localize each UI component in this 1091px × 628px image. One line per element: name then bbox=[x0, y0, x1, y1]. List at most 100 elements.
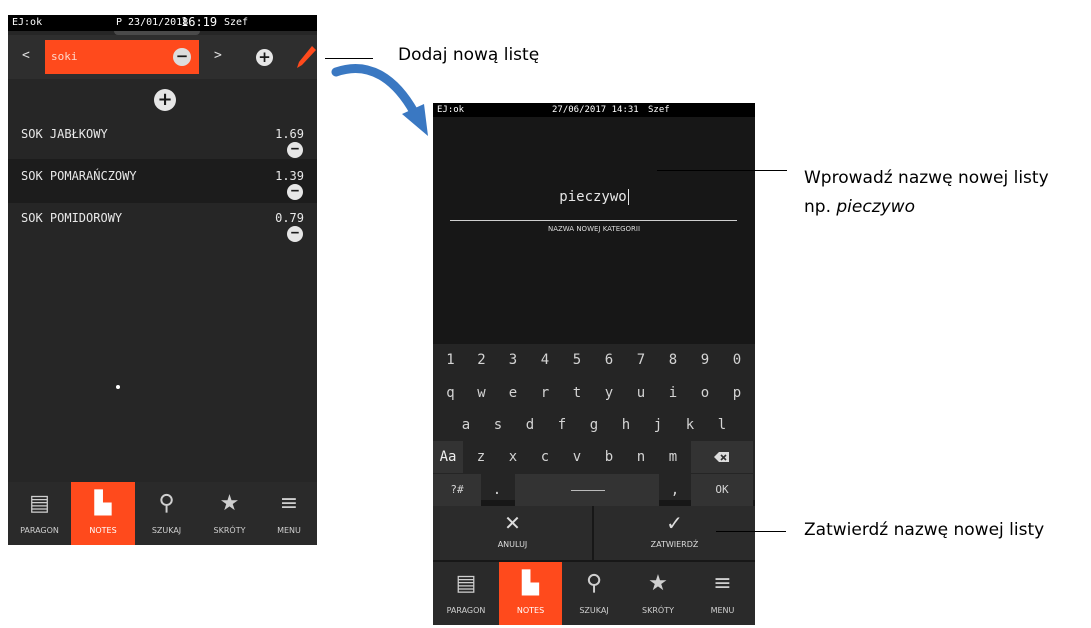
key[interactable]: 3 bbox=[497, 344, 529, 376]
search-icon: ⚲ bbox=[158, 491, 175, 516]
close-icon: ✕ bbox=[504, 511, 521, 535]
nav-paragon[interactable]: ▤ PARAGON bbox=[8, 482, 71, 545]
bottom-nav: ▤ PARAGON ▙ NOTES ⚲ SZUKAJ ★ SKRÓTY ≡ ME… bbox=[433, 562, 755, 625]
key[interactable]: l bbox=[706, 409, 738, 441]
remove-item-icon[interactable]: − bbox=[287, 226, 303, 242]
list-name: soki bbox=[51, 50, 78, 63]
key[interactable]: c bbox=[529, 441, 561, 473]
nav-notes[interactable]: ▙ NOTES bbox=[71, 482, 135, 545]
key[interactable]: 9 bbox=[689, 344, 721, 376]
key[interactable]: t bbox=[561, 377, 593, 409]
callout-line bbox=[657, 170, 787, 171]
key[interactable]: v bbox=[561, 441, 593, 473]
key[interactable]: . bbox=[481, 474, 513, 506]
nav-menu[interactable]: ≡ MENU bbox=[261, 482, 317, 545]
key[interactable]: j bbox=[642, 409, 674, 441]
nav-label: SKRÓTY bbox=[213, 526, 246, 535]
key[interactable]: u bbox=[625, 377, 657, 409]
user-label: Szef bbox=[224, 17, 249, 28]
symbols-key[interactable]: ?# bbox=[433, 474, 481, 506]
key[interactable]: 8 bbox=[657, 344, 689, 376]
key[interactable]: i bbox=[657, 377, 689, 409]
item-price: 0.79 bbox=[275, 211, 304, 225]
key[interactable]: p bbox=[721, 377, 753, 409]
key[interactable]: n bbox=[625, 441, 657, 473]
key[interactable]: 5 bbox=[561, 344, 593, 376]
key[interactable]: f bbox=[546, 409, 578, 441]
key[interactable]: 1 bbox=[435, 344, 466, 376]
search-icon: ⚲ bbox=[585, 571, 603, 596]
cancel-label: ANULUJ bbox=[497, 540, 528, 549]
callout-line bbox=[716, 531, 786, 532]
key[interactable]: d bbox=[514, 409, 546, 441]
cancel-button[interactable]: ✕ ANULUJ bbox=[433, 506, 592, 560]
ok-key[interactable]: OK bbox=[691, 474, 753, 506]
key[interactable]: m bbox=[657, 441, 689, 473]
list-name-input[interactable]: pieczywo​ bbox=[433, 189, 755, 205]
nav-szukaj[interactable]: ⚲ SZUKAJ bbox=[135, 482, 198, 545]
key[interactable]: 0 bbox=[721, 344, 753, 376]
remove-list-icon[interactable]: − bbox=[173, 48, 191, 66]
key[interactable]: 2 bbox=[466, 344, 497, 376]
callout-example: np. pieczywo bbox=[804, 197, 915, 217]
nav-label: PARAGON bbox=[446, 606, 486, 615]
menu-icon: ≡ bbox=[713, 571, 732, 596]
star-icon: ★ bbox=[219, 491, 240, 516]
edit-pencil-icon[interactable] bbox=[296, 45, 316, 69]
bottom-nav: ▤ PARAGON ▙ NOTES ⚲ SZUKAJ ★ SKRÓTY ≡ ME… bbox=[8, 482, 317, 545]
remove-item-icon[interactable]: − bbox=[287, 184, 303, 200]
text-cursor: ​ bbox=[627, 189, 629, 205]
nav-skroty[interactable]: ★ SKRÓTY bbox=[198, 482, 261, 545]
key[interactable]: o bbox=[689, 377, 721, 409]
list-item[interactable]: SOK JABŁKOWY 1.69 − bbox=[8, 117, 317, 161]
key[interactable]: r bbox=[529, 377, 561, 409]
space-key[interactable] bbox=[515, 474, 659, 506]
next-list-button[interactable]: > bbox=[214, 48, 222, 63]
key[interactable]: z bbox=[465, 441, 497, 473]
key[interactable]: g bbox=[578, 409, 610, 441]
star-icon: ★ bbox=[648, 571, 668, 596]
key[interactable]: w bbox=[466, 377, 497, 409]
add-item-icon[interactable]: + bbox=[154, 89, 176, 111]
key[interactable]: a bbox=[450, 409, 482, 441]
touch-indicator-dot bbox=[116, 385, 120, 389]
key[interactable]: 6 bbox=[593, 344, 625, 376]
key[interactable]: s bbox=[482, 409, 514, 441]
remove-item-icon[interactable]: − bbox=[287, 142, 303, 158]
key[interactable]: q bbox=[435, 377, 466, 409]
add-list-icon[interactable]: + bbox=[256, 49, 273, 66]
example-value: pieczywo bbox=[836, 197, 915, 217]
key[interactable]: y bbox=[593, 377, 625, 409]
nav-label: PARAGON bbox=[20, 526, 59, 535]
item-name: SOK POMIDOROWY bbox=[21, 211, 123, 225]
date-label: P 23/01/2018 bbox=[116, 17, 189, 28]
key[interactable]: b bbox=[593, 441, 625, 473]
prev-list-button[interactable]: < bbox=[22, 48, 30, 63]
nav-label: SKRÓTY bbox=[642, 606, 674, 615]
nav-notes[interactable]: ▙ NOTES bbox=[499, 562, 562, 625]
keyboard-row-3: Aa z x c v b n m bbox=[433, 441, 755, 473]
nav-szukaj[interactable]: ⚲ SZUKAJ bbox=[562, 562, 626, 625]
key[interactable]: x bbox=[497, 441, 529, 473]
backspace-key[interactable] bbox=[691, 441, 753, 473]
shift-key[interactable]: Aa bbox=[433, 441, 463, 473]
list-item[interactable]: SOK POMIDOROWY 0.79 − bbox=[8, 201, 317, 245]
key[interactable]: k bbox=[674, 409, 706, 441]
notes-icon: ▙ bbox=[522, 571, 539, 596]
key[interactable]: 4 bbox=[529, 344, 561, 376]
input-caption: NAZWA NOWEJ KATEGORII bbox=[547, 225, 641, 233]
keyboard-row-4: ?# . , OK bbox=[433, 474, 755, 506]
key[interactable]: e bbox=[497, 377, 529, 409]
key[interactable]: , bbox=[659, 474, 691, 506]
nav-paragon[interactable]: ▤ PARAGON bbox=[433, 562, 499, 625]
key[interactable]: h bbox=[610, 409, 642, 441]
space-bar-line bbox=[571, 490, 605, 491]
nav-menu[interactable]: ≡ MENU bbox=[690, 562, 755, 625]
item-name: SOK JABŁKOWY bbox=[21, 127, 108, 141]
current-list-tab[interactable]: soki − bbox=[45, 40, 199, 74]
nav-skroty[interactable]: ★ SKRÓTY bbox=[626, 562, 690, 625]
key[interactable]: 7 bbox=[625, 344, 657, 376]
confirm-button[interactable]: ✓ ZATWIERDŹ bbox=[594, 506, 755, 560]
nav-label: NOTES bbox=[516, 606, 545, 615]
list-item[interactable]: SOK POMARAŃCZOWY 1.39 − bbox=[8, 159, 317, 203]
